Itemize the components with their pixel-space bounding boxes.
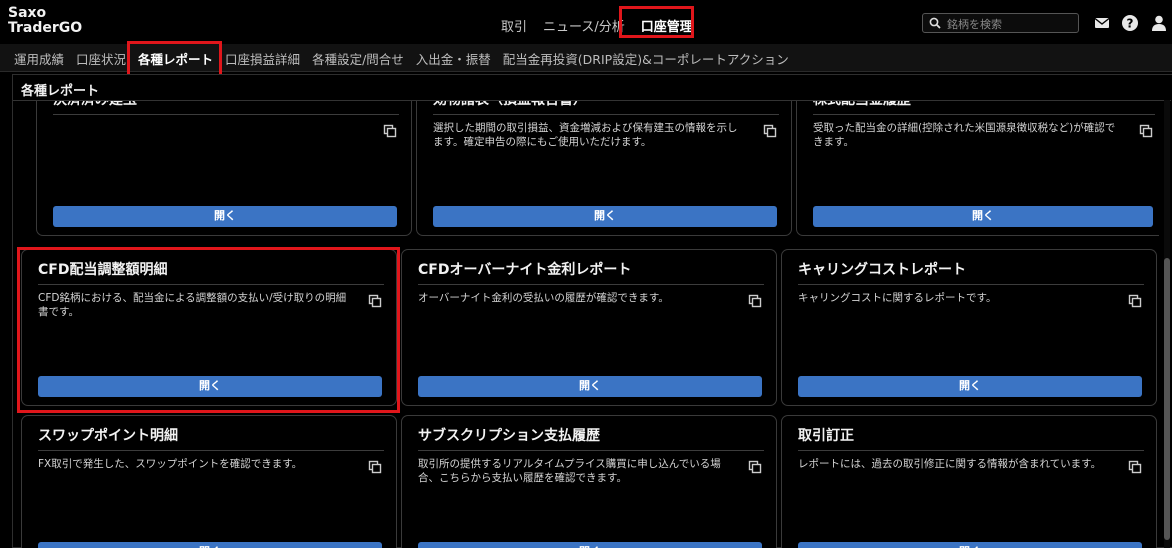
report-title: キャリングコストレポート bbox=[798, 262, 966, 278]
top-nav-trade[interactable]: 取引 bbox=[497, 12, 531, 39]
open-button[interactable]: 開く bbox=[798, 376, 1142, 397]
user-icon[interactable] bbox=[1150, 14, 1168, 32]
copy-icon[interactable] bbox=[1128, 460, 1142, 474]
copy-icon[interactable] bbox=[1139, 124, 1153, 138]
report-description: レポートには、過去の取引修正に関する情報が含まれています。 bbox=[798, 458, 1102, 470]
card-divider bbox=[798, 450, 1144, 451]
scrollbar-thumb[interactable] bbox=[1164, 258, 1170, 540]
highlight-reports-tab bbox=[127, 41, 222, 77]
sub-nav-account-status[interactable]: 口座状況 bbox=[76, 49, 126, 68]
report-card: 取引訂正 レポートには、過去の取引修正に関する情報が含まれています。 開く bbox=[781, 415, 1157, 548]
report-description: 取引所の提供するリアルタイムプライス購買に申し込んでいる場合、こちらから支払い履… bbox=[418, 458, 721, 484]
sub-nav-performance[interactable]: 運用成績 bbox=[14, 49, 64, 68]
top-nav-news[interactable]: ニュース/分析 bbox=[539, 12, 629, 39]
report-card: 株式配当金履歴 受取った配当金の詳細(控除された米国源泉徴収税など)が確認できま… bbox=[796, 101, 1159, 236]
report-title: CFDオーバーナイト金利レポート bbox=[418, 262, 632, 278]
sub-nav-deposits[interactable]: 入出金・振替 bbox=[416, 49, 491, 68]
sub-nav-settings[interactable]: 各種設定/問合せ bbox=[312, 49, 404, 68]
report-description: オーバーナイト金利の受払いの履歴が確認できます。 bbox=[418, 292, 669, 304]
panel-title: 各種レポート bbox=[21, 84, 100, 99]
report-card: スワップポイント明細 FX取引で発生した、スワップポイントを確認できます。 開く bbox=[21, 415, 397, 548]
svg-text:?: ? bbox=[1127, 17, 1134, 31]
card-divider bbox=[38, 450, 384, 451]
report-title: 取引訂正 bbox=[798, 428, 854, 444]
sub-nav-pnl-detail[interactable]: 口座損益詳細 bbox=[225, 49, 300, 68]
card-divider bbox=[798, 284, 1144, 285]
card-divider bbox=[813, 114, 1155, 115]
report-card: CFDオーバーナイト金利レポート オーバーナイト金利の受払いの履歴が確認できます… bbox=[401, 249, 777, 406]
report-card: キャリングコストレポート キャリングコストに関するレポートです。 開く bbox=[781, 249, 1157, 406]
open-button[interactable]: 開く bbox=[53, 206, 397, 227]
search-input[interactable]: 銘柄を検索 bbox=[922, 13, 1079, 33]
open-button[interactable]: 開く bbox=[813, 206, 1153, 227]
copy-icon[interactable] bbox=[748, 460, 762, 474]
report-card: 決済済み建玉 開く bbox=[36, 101, 412, 236]
open-button[interactable]: 開く bbox=[798, 542, 1142, 548]
open-button[interactable]: 開く bbox=[418, 542, 762, 548]
report-card: 効物諸表（損益報告書） 選択した期間の取引損益、資金増減および保有建玉の情報を示… bbox=[416, 101, 792, 236]
search-placeholder: 銘柄を検索 bbox=[947, 18, 1002, 31]
report-description: FX取引で発生した、スワップポイントを確認できます。 bbox=[38, 458, 303, 470]
sub-nav-drip[interactable]: 配当金再投資(DRIP設定)&コーポレートアクション bbox=[503, 49, 789, 68]
card-divider bbox=[433, 114, 779, 115]
mail-icon[interactable] bbox=[1093, 14, 1111, 32]
help-icon[interactable]: ? bbox=[1121, 14, 1139, 32]
scrollbar[interactable] bbox=[1164, 100, 1170, 548]
card-divider bbox=[418, 284, 764, 285]
copy-icon[interactable] bbox=[748, 294, 762, 308]
report-description: 受取った配当金の詳細(控除された米国源泉徴収税など)が確認できます。 bbox=[813, 122, 1116, 148]
search-icon bbox=[929, 17, 941, 29]
copy-icon[interactable] bbox=[1128, 294, 1142, 308]
open-button[interactable]: 開く bbox=[418, 376, 762, 397]
top-bar: Saxo TraderGO 取引 ニュース/分析 口座管理 銘柄を検索 ? bbox=[0, 0, 1172, 44]
card-divider bbox=[53, 114, 399, 115]
copy-icon[interactable] bbox=[763, 124, 777, 138]
report-title: 効物諸表（損益報告書） bbox=[433, 101, 587, 109]
open-button[interactable]: 開く bbox=[38, 542, 382, 548]
report-title: スワップポイント明細 bbox=[38, 428, 178, 444]
report-title: 決済済み建玉 bbox=[53, 101, 137, 109]
card-divider bbox=[418, 450, 764, 451]
copy-icon[interactable] bbox=[368, 460, 382, 474]
report-card: サブスクリプション支払履歴 取引所の提供するリアルタイムプライス購買に申し込んで… bbox=[401, 415, 777, 548]
highlight-cfd-dividend-card bbox=[17, 247, 400, 413]
report-description: 選択した期間の取引損益、資金増減および保有建玉の情報を示します。確定申告の際にも… bbox=[433, 122, 738, 148]
app-logo[interactable]: Saxo TraderGO bbox=[8, 6, 82, 36]
copy-icon[interactable] bbox=[383, 124, 397, 138]
highlight-account-nav bbox=[619, 6, 694, 38]
open-button[interactable]: 開く bbox=[433, 206, 777, 227]
report-title: サブスクリプション支払履歴 bbox=[418, 428, 600, 444]
report-description: キャリングコストに関するレポートです。 bbox=[798, 292, 997, 304]
report-title: 株式配当金履歴 bbox=[813, 101, 911, 109]
